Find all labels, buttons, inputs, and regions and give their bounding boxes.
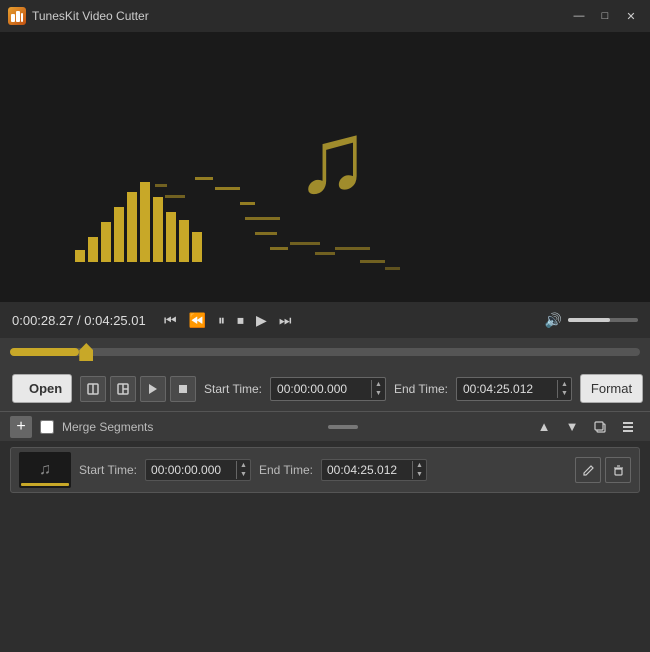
merge-label: Merge Segments [62,420,153,434]
playback-bar: 0:00:28.27 / 0:04:25.01 ⏮ ⏪ ⏸ ⏹ ▶ ⏭ 🔊 [0,302,650,338]
end-time-label: End Time: [394,382,448,396]
volume-section: 🔊 [545,312,638,329]
volume-slider[interactable] [568,318,638,322]
pause-button[interactable]: ⏸ [214,310,229,331]
maximize-button[interactable]: □ [594,7,616,25]
seg-start-input-group[interactable]: ▲ ▼ [145,459,251,481]
window-controls: — □ ✕ [568,7,642,25]
add-segment-button[interactable]: + [10,416,32,438]
seg-end-label: End Time: [259,463,313,477]
time-display: 0:00:28.27 / 0:04:25.01 [12,313,152,328]
seg-end-down[interactable]: ▼ [413,470,426,479]
cut-end-button[interactable] [110,376,136,402]
move-up-button[interactable]: ▲ [532,415,556,439]
start-time-up-button[interactable]: ▲ [372,380,385,389]
segment-thumbnail: ♫ [19,452,71,488]
remaining-area [0,553,650,652]
seg-start-up[interactable]: ▲ [237,461,250,470]
timeline-area[interactable] [0,338,650,366]
cut-stop-button[interactable] [170,376,196,402]
minimize-button[interactable]: — [568,7,590,25]
start-time-spinner: ▲ ▼ [371,380,385,398]
end-time-up-button[interactable]: ▲ [558,380,571,389]
drag-handle[interactable] [328,425,358,429]
segment-progress [21,483,69,486]
segments-header: + Merge Segments ▲ ▼ [0,411,650,441]
end-time-input[interactable] [457,378,557,400]
app-title: TunesKit Video Cutter [32,9,568,23]
seg-start-down[interactable]: ▼ [237,470,250,479]
end-time-spinner: ▲ ▼ [557,380,571,398]
step-forward-button[interactable]: ⏭ [275,310,296,331]
seg-edit-button[interactable] [575,457,601,483]
seg-delete-button[interactable] [605,457,631,483]
seg-start-spinner: ▲ ▼ [236,461,250,479]
seg-end-input[interactable] [322,460,412,480]
timeline-thumb[interactable] [79,343,93,361]
start-time-input-group[interactable]: ▲ ▼ [270,377,386,401]
app-icon [8,7,26,25]
move-down-button[interactable]: ▼ [560,415,584,439]
title-bar: TunesKit Video Cutter — □ ✕ [0,0,650,32]
preview-button[interactable] [140,376,166,402]
list-view-button[interactable] [616,415,640,439]
format-button[interactable]: Format [580,374,643,403]
cut-controls [80,376,196,402]
seg-end-up[interactable]: ▲ [413,461,426,470]
segment-controls-right: ▲ ▼ [532,415,640,439]
volume-fill [568,318,610,322]
stop-button[interactable]: ⏹ [233,310,248,331]
close-button[interactable]: ✕ [620,7,642,25]
volume-icon: 🔊 [545,312,562,329]
controls-area: Open [0,366,650,411]
seg-end-spinner: ▲ ▼ [412,461,426,479]
end-time-input-group[interactable]: ▲ ▼ [456,377,572,401]
seg-start-label: Start Time: [79,463,137,477]
segments-list: ♫ Start Time: ▲ ▼ End Time: ▲ ▼ [0,441,650,553]
timeline-fill [10,348,79,356]
playback-controls: ⏮ ⏪ ⏸ ⏹ ▶ ⏭ [160,310,295,331]
seg-action-buttons [575,457,631,483]
seg-start-input[interactable] [146,460,236,480]
music-visualization: ♫ [0,32,650,302]
cut-start-button[interactable] [80,376,106,402]
start-time-input[interactable] [271,378,371,400]
merge-checkbox[interactable] [40,420,54,434]
start-time-down-button[interactable]: ▼ [372,389,385,398]
video-player: ♫ [0,32,650,302]
main-content: ♫ 0:00:28.27 / 0:04:25.01 ⏮ ⏪ ⏸ ⏹ ▶ ⏭ [0,32,650,652]
step-back-button[interactable]: ⏮ [160,310,181,331]
end-time-down-button[interactable]: ▼ [558,389,571,398]
music-note-icon: ♫ [295,103,370,214]
start-time-label: Start Time: [204,382,262,396]
open-button[interactable]: Open [12,374,72,403]
segment-row: ♫ Start Time: ▲ ▼ End Time: ▲ ▼ [10,447,640,493]
segment-thumb-icon: ♫ [39,461,51,479]
play-button[interactable]: ▶ [252,310,271,331]
prev-frame-button[interactable]: ⏪ [185,310,210,331]
copy-button[interactable] [588,415,612,439]
timeline-track[interactable] [10,348,640,356]
seg-end-input-group[interactable]: ▲ ▼ [321,459,427,481]
